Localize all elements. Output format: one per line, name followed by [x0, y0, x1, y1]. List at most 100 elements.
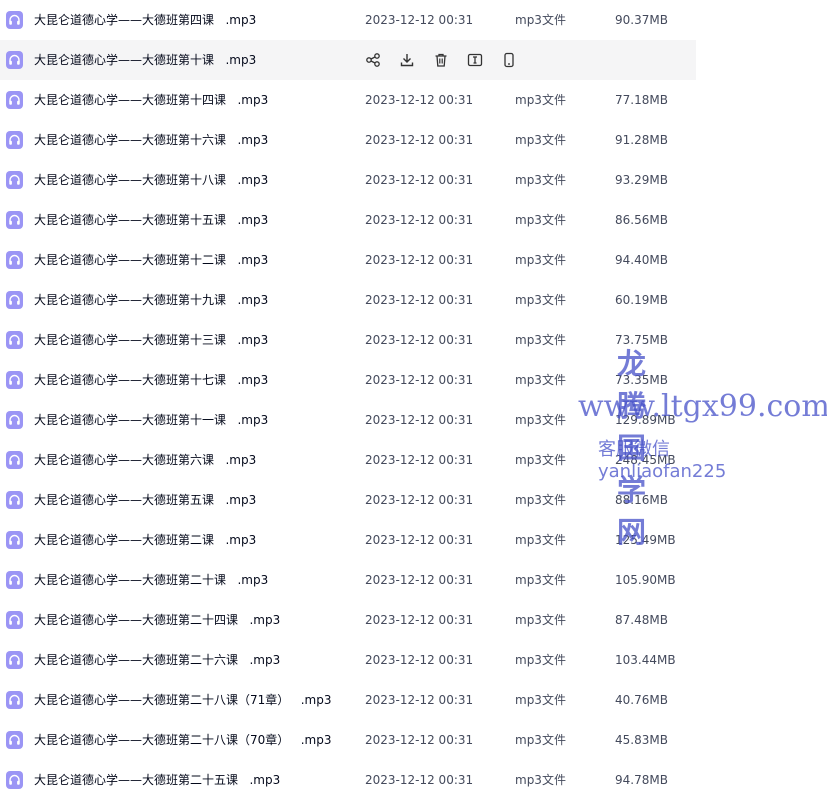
file-row[interactable]: 大昆仑道德心学——大德班第十八课 .mp3 2023-12-12 00:31 mp3… — [0, 160, 696, 200]
audio-file-icon — [6, 51, 23, 69]
file-type: mp3文件 — [515, 533, 566, 547]
file-date: 2023-12-12 00:31 — [365, 373, 474, 387]
file-size: 45.83MB — [615, 733, 668, 747]
file-name[interactable]: 大昆仑道德心学——大德班第十一课 .mp3 — [34, 400, 268, 440]
audio-file-icon — [6, 411, 23, 429]
file-row[interactable]: 大昆仑道德心学——大德班第二十八课（70章） .mp3 2023-12-12 00… — [0, 720, 696, 760]
file-name[interactable]: 大昆仑道德心学——大德班第十三课 .mp3 — [34, 320, 268, 360]
file-date: 2023-12-12 00:31 — [365, 333, 474, 347]
file-name[interactable]: 大昆仑道德心学——大德班第二十课 .mp3 — [34, 560, 268, 600]
audio-file-icon — [6, 11, 23, 29]
file-row[interactable]: 大昆仑道德心学——大德班第二课 .mp3 2023-12-12 00:31 mp3文… — [0, 520, 696, 560]
phone-icon[interactable] — [500, 51, 518, 69]
file-row[interactable]: 大昆仑道德心学——大德班第二十五课 .mp3 2023-12-12 00:31 mp… — [0, 760, 696, 800]
file-row[interactable]: 大昆仑道德心学——大德班第十课 .mp3 — [0, 40, 696, 80]
file-row[interactable]: 大昆仑道德心学——大德班第十九课 .mp3 2023-12-12 00:31 mp3… — [0, 280, 696, 320]
file-size: 73.75MB — [615, 333, 668, 347]
file-date: 2023-12-12 00:31 — [365, 653, 474, 667]
audio-file-icon — [6, 451, 23, 469]
file-date: 2023-12-12 00:31 — [365, 413, 474, 427]
file-row[interactable]: 大昆仑道德心学——大德班第六课 .mp3 2023-12-12 00:31 mp3文… — [0, 440, 696, 480]
file-type: mp3文件 — [515, 653, 566, 667]
audio-file-icon — [6, 531, 23, 549]
file-row[interactable]: 大昆仑道德心学——大德班第二十八课（71章） .mp3 2023-12-12 00… — [0, 680, 696, 720]
audio-file-icon — [6, 611, 23, 629]
file-size: 93.29MB — [615, 173, 668, 187]
file-row[interactable]: 大昆仑道德心学——大德班第二十六课 .mp3 2023-12-12 00:31 mp… — [0, 640, 696, 680]
file-name[interactable]: 大昆仑道德心学——大德班第十八课 .mp3 — [34, 160, 268, 200]
file-name[interactable]: 大昆仑道德心学——大德班第二课 .mp3 — [34, 520, 256, 560]
file-row[interactable]: 大昆仑道德心学——大德班第四课 .mp3 2023-12-12 00:31 mp3文… — [0, 0, 696, 40]
file-name[interactable]: 大昆仑道德心学——大德班第十五课 .mp3 — [34, 200, 268, 240]
file-type: mp3文件 — [515, 493, 566, 507]
audio-file-icon — [6, 211, 23, 229]
file-size: 103.44MB — [615, 653, 676, 667]
file-type: mp3文件 — [515, 93, 566, 107]
file-row[interactable]: 大昆仑道德心学——大德班第十五课 .mp3 2023-12-12 00:31 mp3… — [0, 200, 696, 240]
file-date: 2023-12-12 00:31 — [365, 573, 474, 587]
file-name[interactable]: 大昆仑道德心学——大德班第二十五课 .mp3 — [34, 760, 280, 800]
file-date: 2023-12-12 00:31 — [365, 133, 474, 147]
file-name[interactable]: 大昆仑道德心学——大德班第四课 .mp3 — [34, 0, 256, 40]
file-name[interactable]: 大昆仑道德心学——大德班第五课 .mp3 — [34, 480, 256, 520]
file-name[interactable]: 大昆仑道德心学——大德班第十七课 .mp3 — [34, 360, 268, 400]
file-date: 2023-12-12 00:31 — [365, 453, 474, 467]
file-size: 125.49MB — [615, 533, 676, 547]
file-date: 2023-12-12 00:31 — [365, 533, 474, 547]
file-row[interactable]: 大昆仑道德心学——大德班第十七课 .mp3 2023-12-12 00:31 mp3… — [0, 360, 696, 400]
file-row[interactable]: 大昆仑道德心学——大德班第二十课 .mp3 2023-12-12 00:31 mp3… — [0, 560, 696, 600]
file-row[interactable]: 大昆仑道德心学——大德班第十一课 .mp3 2023-12-12 00:31 mp3… — [0, 400, 696, 440]
share-icon[interactable] — [364, 51, 382, 69]
audio-file-icon — [6, 691, 23, 709]
file-row[interactable]: 大昆仑道德心学——大德班第十三课 .mp3 2023-12-12 00:31 mp3… — [0, 320, 696, 360]
file-type: mp3文件 — [515, 333, 566, 347]
file-date: 2023-12-12 00:31 — [365, 93, 474, 107]
file-row[interactable]: 大昆仑道德心学——大德班第五课 .mp3 2023-12-12 00:31 mp3文… — [0, 480, 696, 520]
file-name[interactable]: 大昆仑道德心学——大德班第十二课 .mp3 — [34, 240, 268, 280]
download-icon[interactable] — [398, 51, 416, 69]
file-type: mp3文件 — [515, 453, 566, 467]
file-name[interactable]: 大昆仑道德心学——大德班第十九课 .mp3 — [34, 280, 268, 320]
file-type: mp3文件 — [515, 133, 566, 147]
file-name[interactable]: 大昆仑道德心学——大德班第二十四课 .mp3 — [34, 600, 280, 640]
file-date: 2023-12-12 00:31 — [365, 613, 474, 627]
file-size: 73.35MB — [615, 373, 668, 387]
file-size: 87.48MB — [615, 613, 668, 627]
file-size: 77.18MB — [615, 93, 668, 107]
file-name[interactable]: 大昆仑道德心学——大德班第十六课 .mp3 — [34, 120, 268, 160]
audio-file-icon — [6, 371, 23, 389]
audio-file-icon — [6, 571, 23, 589]
file-size: 90.37MB — [615, 13, 668, 27]
file-size: 86.56MB — [615, 213, 668, 227]
file-name[interactable]: 大昆仑道德心学——大德班第十四课 .mp3 — [34, 80, 268, 120]
file-type: mp3文件 — [515, 253, 566, 267]
delete-icon[interactable] — [432, 51, 450, 69]
file-size: 40.76MB — [615, 693, 668, 707]
file-type: mp3文件 — [515, 13, 566, 27]
file-name[interactable]: 大昆仑道德心学——大德班第二十六课 .mp3 — [34, 640, 280, 680]
file-size: 105.90MB — [615, 573, 676, 587]
file-date: 2023-12-12 00:31 — [365, 733, 474, 747]
file-row[interactable]: 大昆仑道德心学——大德班第十六课 .mp3 2023-12-12 00:31 mp3… — [0, 120, 696, 160]
file-row[interactable]: 大昆仑道德心学——大德班第二十四课 .mp3 2023-12-12 00:31 mp… — [0, 600, 696, 640]
audio-file-icon — [6, 731, 23, 749]
file-name[interactable]: 大昆仑道德心学——大德班第二十八课（71章） .mp3 — [34, 680, 331, 720]
audio-file-icon — [6, 251, 23, 269]
file-date: 2023-12-12 00:31 — [365, 253, 474, 267]
file-type: mp3文件 — [515, 773, 566, 787]
rename-icon[interactable] — [466, 51, 484, 69]
file-name[interactable]: 大昆仑道德心学——大德班第六课 .mp3 — [34, 440, 256, 480]
file-size: 91.28MB — [615, 133, 668, 147]
file-row[interactable]: 大昆仑道德心学——大德班第十四课 .mp3 2023-12-12 00:31 mp3… — [0, 80, 696, 120]
file-list: 大昆仑道德心学——大德班第四课 .mp3 2023-12-12 00:31 mp3文… — [0, 0, 696, 800]
file-date: 2023-12-12 00:31 — [365, 293, 474, 307]
file-size: 60.19MB — [615, 293, 668, 307]
file-date: 2023-12-12 00:31 — [365, 693, 474, 707]
file-name[interactable]: 大昆仑道德心学——大德班第十课 .mp3 — [34, 40, 256, 80]
file-type: mp3文件 — [515, 373, 566, 387]
file-date: 2023-12-12 00:31 — [365, 213, 474, 227]
file-type: mp3文件 — [515, 693, 566, 707]
file-row[interactable]: 大昆仑道德心学——大德班第十二课 .mp3 2023-12-12 00:31 mp3… — [0, 240, 696, 280]
file-size: 94.78MB — [615, 773, 668, 787]
file-name[interactable]: 大昆仑道德心学——大德班第二十八课（70章） .mp3 — [34, 720, 331, 760]
